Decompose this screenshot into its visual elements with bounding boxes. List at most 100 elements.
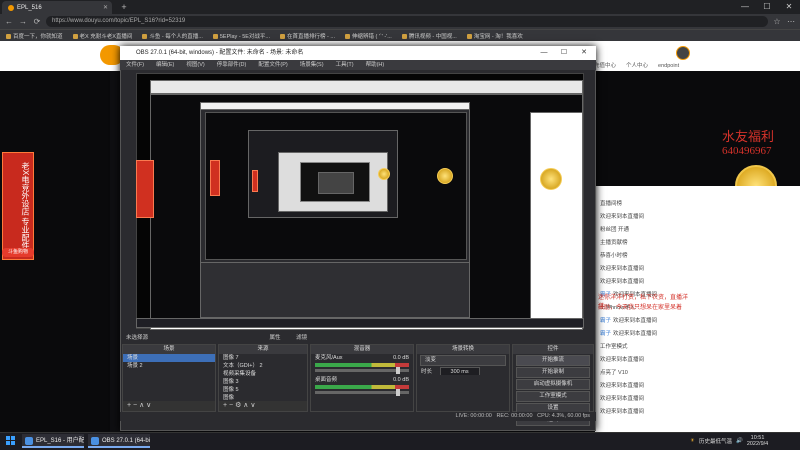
chat-text: 恭喜小时榜	[600, 253, 628, 259]
shop-button[interactable]: 斗鱼购物	[2, 248, 34, 257]
header-link[interactable]: endpoint	[658, 63, 679, 69]
bookmarks-bar: 百度一下，你就知道 老X 充耐斗老X直播间 斗鱼 - 每个人的直播... 5EP…	[0, 29, 800, 41]
obs-menu-item[interactable]: 停靠部件(D)	[217, 60, 247, 70]
bookmark-item[interactable]: 腾讯视频 - 中国视...	[402, 32, 457, 40]
menu-icon[interactable]: ⋯	[786, 17, 796, 26]
nested-shop-sign	[252, 170, 258, 192]
mixer-volume-slider[interactable]	[315, 389, 409, 396]
obs-menu-item[interactable]: 帮助(H)	[366, 60, 385, 70]
obs-minimize-icon[interactable]: —	[534, 46, 554, 60]
header-link[interactable]: 个人中心	[626, 61, 648, 69]
weather-text[interactable]: 历史最低气温	[699, 437, 732, 445]
source-item[interactable]: 图像 5	[219, 386, 307, 394]
chat-text: 点亮了 V10	[600, 370, 628, 376]
url-input[interactable]: https://www.douyu.com/topic/EPL_S16?rid=…	[46, 16, 768, 27]
nested-chat-panel	[530, 112, 583, 324]
chat-line: 欢迎来到本直播间	[600, 382, 790, 391]
source-item[interactable]: 图像 3	[219, 378, 307, 386]
transition-duration: 时长 300 ms	[417, 367, 509, 375]
chat-line: 欢迎来到本直播间	[600, 278, 790, 287]
bookmark-item[interactable]: 伸缩辨错 ( '`' -'...	[345, 32, 392, 40]
minimize-window-icon[interactable]: —	[734, 0, 756, 14]
start-recording-button[interactable]: 开始录制	[516, 367, 590, 378]
mixer-volume-slider[interactable]	[315, 367, 409, 374]
chat-user[interactable]: 霸子	[600, 318, 611, 324]
start-streaming-button[interactable]: 开始推流	[516, 355, 590, 366]
clock-date: 2022/9/4	[746, 441, 769, 447]
back-icon[interactable]: ←	[4, 17, 14, 26]
filters-button[interactable]: 滤镜	[296, 335, 307, 341]
user-avatar[interactable]	[676, 46, 690, 60]
overlay-name: 水友福利	[722, 129, 775, 144]
obs-status-bar: LIVE: 00:00:00 REC: 00:00:00 CPU: 4.3%, …	[120, 412, 596, 421]
obs-menu-item[interactable]: 配置文件(P)	[258, 60, 287, 70]
source-item[interactable]: 视频采集设备	[219, 370, 307, 378]
chat-text: 粉丝团 开通	[600, 227, 630, 233]
start-virtualcam-button[interactable]: 启动虚拟摄像机	[516, 379, 590, 390]
rec-status: REC: 00:00:00	[496, 413, 533, 419]
obs-menu-item[interactable]: 场景集(S)	[300, 60, 324, 70]
chat-text: 欢迎来到本直播间	[600, 396, 645, 402]
chat-line: 工作室模式	[600, 343, 790, 352]
bookmark-item[interactable]: 斗鱼 - 每个人的直播...	[142, 32, 202, 40]
taskbar-app-browser[interactable]: EPL_S16 - 用户配...	[22, 434, 84, 448]
bookmark-item[interactable]: 百度一下，你就知道	[6, 32, 63, 40]
chat-text: 欢迎来到本直播间	[613, 331, 658, 337]
maximize-window-icon[interactable]: ☐	[756, 0, 778, 14]
taskbar-app-obs[interactable]: OBS 27.0.1 (64-bi...	[88, 434, 150, 448]
volume-icon[interactable]: 🔊	[736, 438, 743, 444]
chat-text: 直播间榜	[600, 201, 623, 207]
source-item[interactable]: 图像 7	[219, 354, 307, 362]
obs-menu-item[interactable]: 视图(V)	[186, 60, 204, 70]
properties-button[interactable]: 属性	[270, 335, 281, 341]
obs-maximize-icon[interactable]: ☐	[554, 46, 574, 60]
nested-capture-level-6	[318, 172, 354, 194]
forward-icon[interactable]: →	[18, 17, 28, 26]
chat-user[interactable]: 霸子	[600, 331, 611, 337]
duration-input[interactable]: 300 ms	[439, 367, 480, 375]
scene-item[interactable]: 场景	[123, 354, 215, 362]
studio-mode-button[interactable]: 工作室模式	[516, 391, 590, 402]
obs-menu-item[interactable]: 文件(F)	[126, 60, 144, 70]
bookmark-item[interactable]: 5EPlay - 5E对战平...	[213, 32, 270, 40]
nested-medal-icon	[540, 168, 562, 190]
chat-line: 欢迎来到本直播间	[600, 408, 790, 417]
nested-shop-sign	[136, 160, 154, 218]
bookmark-item[interactable]: 老X 充耐斗老X直播间	[73, 32, 133, 40]
bookmark-item[interactable]: 淘宝网 - 淘！我喜欢	[467, 32, 523, 40]
sources-dock-buttons[interactable]: + − ⚙ ∧ ∨	[219, 401, 307, 411]
scenes-dock: 场景 场景 场景 2 + − ∧ ∨	[122, 344, 216, 412]
no-source-label: 未选择源	[126, 335, 149, 341]
live-status: LIVE: 00:00:00	[455, 413, 492, 419]
mixer-channel-level: 0.0 dB	[393, 355, 409, 361]
source-item[interactable]: 文本（GDI+） 2	[219, 362, 307, 370]
chat-text: 欢迎来到本直播间	[600, 214, 645, 220]
chat-line: 霸子 欢迎来到本直播间	[600, 317, 790, 326]
mixer-channel-name: 麦克风/Aux	[315, 355, 343, 361]
chat-line: 欢迎来到本直播间	[600, 213, 790, 222]
tab-close-icon[interactable]: ✕	[103, 4, 108, 11]
nested-taskbar	[136, 318, 584, 328]
obs-menu-item[interactable]: 编辑(E)	[156, 60, 174, 70]
refresh-icon[interactable]: ⟳	[32, 17, 42, 26]
obs-menu-item[interactable]: 工具(T)	[336, 60, 354, 70]
duration-label: 时长	[421, 369, 433, 375]
nested-shop-sign	[210, 160, 220, 196]
transitions-dock: 场景转换 淡变 时长 300 ms	[416, 344, 510, 412]
clock[interactable]: 10:51 2022/9/4	[747, 435, 768, 447]
browser-tab[interactable]: EPL_516 ✕	[2, 1, 112, 14]
extensions-icon[interactable]: ☆	[772, 17, 782, 26]
obs-close-icon[interactable]: ✕	[574, 46, 594, 60]
close-window-icon[interactable]: ✕	[778, 0, 800, 14]
mixer-dock: 混音器 麦克风/Aux 0.0 dB 桌面音频 0.0 dB	[310, 344, 414, 412]
danmu-message: 鼓励，今天我只想呆在家里呆着	[598, 305, 683, 311]
weather-icon[interactable]: ☀	[690, 438, 695, 444]
scenes-dock-buttons[interactable]: + − ∧ ∨	[123, 401, 215, 411]
bookmark-item[interactable]: 在首直播排行榜 - ...	[280, 32, 335, 40]
header-link[interactable]: 充值中心	[594, 61, 616, 69]
windows-start-icon[interactable]	[6, 436, 16, 446]
transitions-dock-title: 场景转换	[417, 345, 509, 354]
transition-type-select[interactable]: 淡变	[420, 355, 506, 366]
scene-item[interactable]: 场景 2	[123, 362, 215, 370]
new-tab-button[interactable]: +	[118, 1, 130, 13]
